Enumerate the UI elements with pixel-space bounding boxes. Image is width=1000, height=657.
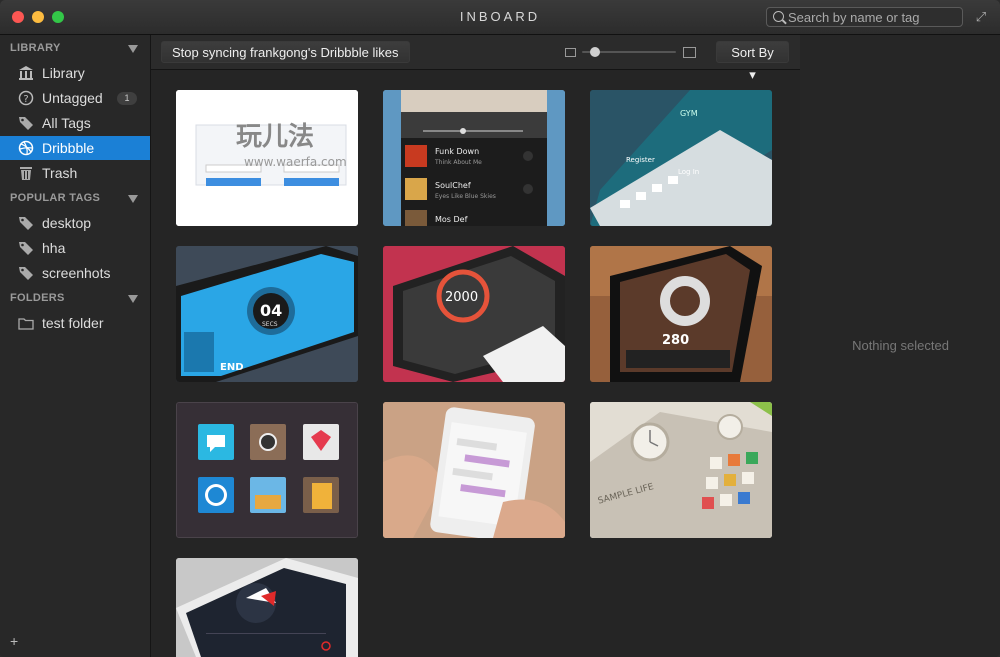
gym-label: GYM: [680, 109, 698, 118]
fullscreen-icon[interactable]: ⤢: [974, 10, 988, 24]
dribbble-icon: [18, 140, 34, 156]
sidebar-item-label: screenhots: [42, 265, 111, 281]
folders-section-header: FOLDERS: [10, 292, 65, 304]
sidebar-item-label: All Tags: [42, 115, 91, 131]
shot-thumbnail[interactable]: [176, 402, 358, 538]
sidebar-item-label: Dribbble: [42, 140, 95, 156]
shot-preview: [176, 558, 358, 657]
popular-tags-collapse-icon[interactable]: [128, 195, 138, 203]
search-input[interactable]: [788, 9, 958, 25]
sidebar-item-library[interactable]: Library: [0, 61, 150, 85]
slider-knob[interactable]: [590, 47, 601, 57]
sidebar-folder-test-folder[interactable]: test folder: [0, 311, 150, 335]
sidebar-item-label: desktop: [42, 215, 92, 231]
sort-by-label: Sort By: [731, 45, 774, 60]
track-title: Mos Def: [435, 215, 468, 224]
shot-thumbnail[interactable]: 280: [590, 246, 772, 382]
question-icon: ?: [18, 90, 34, 106]
library-icon: [19, 66, 33, 80]
register-label: Register: [626, 156, 655, 164]
shot-preview: [177, 403, 357, 537]
app-window: INBOARD ⤢ LIBRARY Library ? Untagged 1: [0, 0, 1000, 657]
folder-icon: [18, 318, 34, 330]
main-toolbar: Stop syncing frankgong's Dribbble likes …: [151, 35, 800, 82]
sidebar-item-label: hha: [42, 240, 66, 256]
shot-preview: SAMPLE LIFE: [590, 402, 772, 538]
shot-thumbnail[interactable]: SAMPLE LIFE: [590, 402, 772, 538]
sidebar-item-label: Untagged: [42, 90, 103, 106]
sidebar-tag-desktop[interactable]: desktop: [0, 211, 150, 235]
small-image-icon: [565, 48, 576, 57]
sidebar-tag-hha[interactable]: hha: [0, 236, 150, 260]
timer-value: 04: [260, 301, 282, 320]
sidebar-item-label: test folder: [42, 315, 104, 331]
sidebar-item-label: Library: [42, 65, 85, 81]
detail-panel: Nothing selected: [801, 35, 1000, 657]
tag-icon: [19, 117, 33, 130]
svg-text:?: ?: [23, 94, 28, 105]
tag-icon: [19, 217, 33, 230]
shot-preview: [383, 402, 565, 538]
shot-thumbnail[interactable]: [176, 558, 358, 657]
shot-thumbnail[interactable]: GYM Register Log In: [590, 90, 772, 226]
sidebar-item-trash[interactable]: Trash: [0, 161, 150, 185]
stop-syncing-button[interactable]: Stop syncing frankgong's Dribbble likes: [161, 41, 410, 63]
sidebar-tag-screenhots[interactable]: screenhots: [0, 261, 150, 285]
search-icon: [773, 11, 784, 22]
shot-thumbnail[interactable]: 玩儿法 www.waerfa.com: [176, 90, 358, 226]
track-title: SoulChef: [435, 181, 471, 190]
sidebar-item-dribbble[interactable]: Dribbble: [0, 136, 150, 160]
login-label: Log In: [678, 168, 699, 176]
shot-preview: 04 SECS END: [176, 246, 358, 382]
library-collapse-icon[interactable]: [128, 45, 138, 53]
timer-unit: SECS: [262, 321, 278, 328]
shot-preview: Funk Down Think About Me SoulChef Eyes L…: [383, 90, 565, 226]
sidebar: LIBRARY Library ? Untagged 1 All Tags Dr…: [0, 35, 151, 657]
watermark-text: 玩儿法: [236, 122, 314, 152]
nothing-selected-text: Nothing selected: [852, 338, 949, 353]
sort-by-button[interactable]: Sort By ▾: [716, 41, 789, 82]
tag-icon: [19, 267, 33, 280]
track-title: Funk Down: [435, 147, 479, 156]
sidebar-item-label: Trash: [42, 165, 78, 181]
untagged-count-badge: 1: [117, 92, 137, 105]
thumbnail-size-slider[interactable]: [565, 46, 699, 58]
library-section-header: LIBRARY: [10, 42, 61, 54]
folders-collapse-icon[interactable]: [128, 295, 138, 303]
shot-thumbnail[interactable]: Funk Down Think About Me SoulChef Eyes L…: [383, 90, 565, 226]
main-content: Stop syncing frankgong's Dribbble likes …: [151, 35, 800, 657]
end-label: END: [220, 362, 244, 373]
shot-preview: 2000: [383, 246, 565, 382]
track-subtitle: Eyes Like Blue Skies: [435, 193, 496, 200]
shot-preview: GYM Register Log In: [590, 90, 772, 226]
sidebar-item-all-tags[interactable]: All Tags: [0, 111, 150, 135]
watermark-url: www.waerfa.com: [244, 155, 347, 169]
search-field[interactable]: [766, 7, 963, 27]
calorie-value: 280: [662, 333, 689, 348]
shot-thumbnail[interactable]: 04 SECS END: [176, 246, 358, 382]
track-subtitle: Think About Me: [434, 159, 482, 166]
popular-tags-section-header: POPULAR TAGS: [10, 192, 101, 204]
tag-icon: [19, 242, 33, 255]
shot-thumbnail[interactable]: [383, 402, 565, 538]
shot-preview: 280: [590, 246, 772, 382]
trash-icon: [20, 167, 32, 180]
title-bar: INBOARD ⤢: [0, 0, 1000, 35]
shot-thumbnail[interactable]: 2000: [383, 246, 565, 382]
sidebar-item-untagged[interactable]: ? Untagged 1: [0, 86, 150, 110]
add-item-button[interactable]: +: [10, 633, 18, 649]
large-image-icon: [683, 47, 696, 58]
counter-value: 2000: [445, 290, 478, 305]
shot-preview: 玩儿法 www.waerfa.com: [176, 90, 358, 226]
shots-grid: 玩儿法 www.waerfa.com Funk Down Think About…: [151, 70, 800, 657]
